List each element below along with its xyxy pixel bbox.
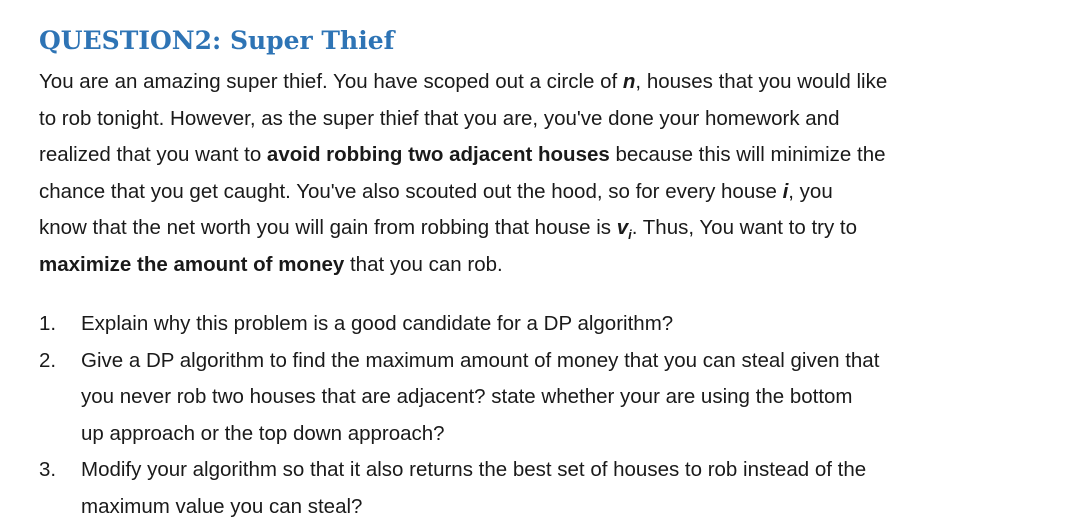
intro-text: realized that you want to xyxy=(39,143,267,166)
variable-v: v xyxy=(616,216,629,239)
question-line: Modify your algorithm so that it also re… xyxy=(81,458,867,481)
emphasis-avoid-adjacent: avoid robbing two adjacent houses xyxy=(266,143,610,166)
intro-text: . Thus, You want to try to xyxy=(631,216,858,239)
question-item-1: 1. Explain why this problem is a good ca… xyxy=(39,306,1049,343)
question-number: 1. xyxy=(39,312,57,335)
intro-text: , you xyxy=(788,179,833,203)
question-item-2: 2. Give a DP algorithm to find the maxim… xyxy=(39,343,1049,453)
question-heading: QUESTION2: Super Thief xyxy=(39,26,395,55)
intro-paragraph: You are an amazing super thief. You have… xyxy=(39,64,1049,283)
question-line: up approach or the top down approach? xyxy=(81,421,445,445)
intro-text: that you can rob. xyxy=(344,252,503,276)
intro-text: , houses that you would like xyxy=(635,70,888,93)
emphasis-maximize: maximize the amount of money xyxy=(39,252,345,276)
question-line: Give a DP algorithm to find the maximum … xyxy=(81,348,880,372)
question-list: 1. Explain why this problem is a good ca… xyxy=(39,306,1049,525)
question-line: Explain why this problem is a good candi… xyxy=(81,312,674,335)
intro-text: know that the net worth you will gain fr… xyxy=(39,216,617,239)
variable-n: n xyxy=(622,70,636,93)
question-number: 3. xyxy=(39,458,57,481)
question-line: you never rob two houses that are adjace… xyxy=(81,385,853,408)
intro-line-2: to rob tonight. However, as the super th… xyxy=(39,106,840,130)
question-item-3: 3. Modify your algorithm so that it also… xyxy=(39,452,1049,525)
intro-line-6: maximize the amount of money that you ca… xyxy=(39,247,1049,284)
question-line: maximum value you can steal? xyxy=(81,494,363,518)
document-page: QUESTION2: Super Thief You are an amazin… xyxy=(0,0,1075,529)
question-number: 2. xyxy=(39,348,57,372)
intro-line-3: realized that you want to avoid robbing … xyxy=(39,137,1049,174)
intro-text: because this will minimize the xyxy=(609,143,886,166)
intro-text: You are an amazing super thief. You have… xyxy=(39,70,623,93)
intro-text: chance that you get caught. You've also … xyxy=(39,179,783,203)
intro-line-1: You are an amazing super thief. You have… xyxy=(39,64,1049,101)
intro-line-5: know that the net worth you will gain fr… xyxy=(39,210,1049,247)
intro-line-4: chance that you get caught. You've also … xyxy=(39,174,1049,211)
